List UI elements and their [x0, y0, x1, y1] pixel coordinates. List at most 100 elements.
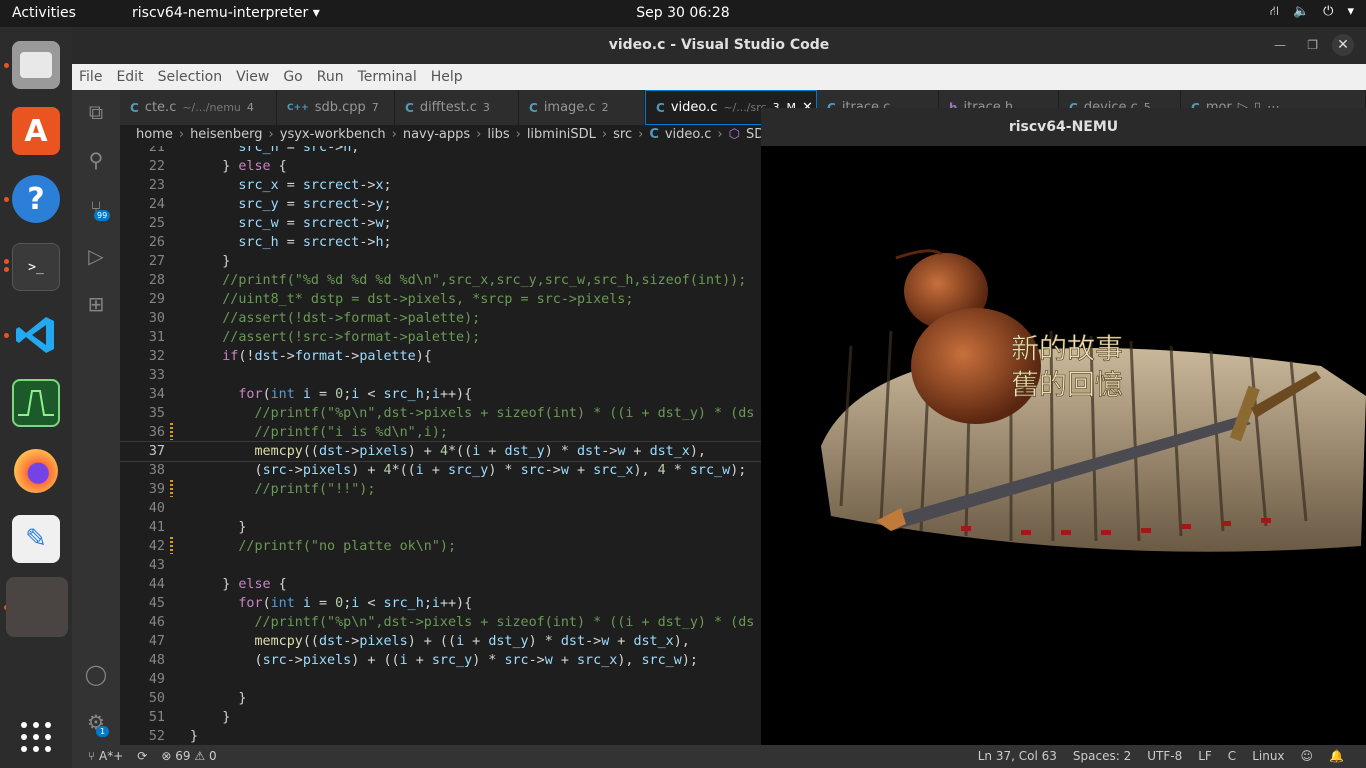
software-icon[interactable]: A — [12, 107, 60, 155]
line-number[interactable]: 31 — [120, 328, 165, 347]
line-number[interactable]: 51 — [120, 708, 165, 727]
code-text[interactable]: src_y = srcrect->y; — [190, 195, 391, 214]
modified-line-marker[interactable] — [170, 423, 173, 440]
modified-line-marker[interactable] — [170, 480, 173, 497]
line-number[interactable]: 37 — [120, 442, 165, 461]
breadcrumb-item[interactable]: ysyx-workbench — [280, 125, 386, 146]
line-number[interactable]: 33 — [120, 366, 165, 385]
code-line[interactable]: 46 //printf("%p\n",dst->pixels + sizeof(… — [120, 613, 761, 632]
code-text[interactable]: } — [190, 518, 246, 537]
breadcrumb-item[interactable]: libminiSDL — [527, 125, 596, 146]
tab-cte-c[interactable]: Ccte.c ~/.../nemu 4 — [120, 90, 277, 125]
code-text[interactable]: } — [190, 252, 230, 271]
menu-terminal[interactable]: Terminal — [351, 64, 424, 90]
line-number[interactable]: 41 — [120, 518, 165, 537]
code-line[interactable]: 29 //uint8_t* dstp = dst->pixels, *srcp … — [120, 290, 761, 309]
line-number[interactable]: 35 — [120, 404, 165, 423]
close-icon[interactable]: ✕ — [1332, 34, 1354, 56]
game-canvas[interactable]: 新的故事 舊的回憶 — [761, 146, 1366, 745]
code-line[interactable]: 51 } — [120, 708, 761, 727]
nemu-window-icon[interactable] — [6, 577, 68, 637]
breadcrumb-item[interactable]: home — [136, 125, 173, 146]
code-line[interactable]: 34 for(int i = 0;i < src_h;i++){ — [120, 385, 761, 404]
menu-edit[interactable]: Edit — [109, 64, 150, 90]
code-line[interactable]: 45 for(int i = 0;i < src_h;i++){ — [120, 594, 761, 613]
line-number[interactable]: 39 — [120, 480, 165, 499]
tab-sdb-cpp[interactable]: C++ sdb.cpp 7 — [277, 90, 395, 125]
encoding[interactable]: UTF-8 — [1147, 749, 1182, 763]
nemu-title-bar[interactable]: riscv64-NEMU — [761, 108, 1366, 146]
line-number[interactable]: 28 — [120, 271, 165, 290]
code-line[interactable]: 38 (src->pixels) + 4*((i + src_y) * src-… — [120, 461, 761, 480]
modified-line-marker[interactable] — [170, 537, 173, 554]
code-text[interactable]: } — [190, 708, 230, 727]
text-editor-icon[interactable]: ✎ — [12, 515, 60, 563]
line-number[interactable]: 38 — [120, 461, 165, 480]
code-text[interactable]: //printf("%p\n",dst->pixels + sizeof(int… — [190, 404, 755, 423]
sync-icon[interactable]: ⟳ — [137, 749, 147, 763]
code-line[interactable]: 48 (src->pixels) + ((i + src_y) * src->w… — [120, 651, 761, 670]
breadcrumb-item[interactable]: src — [613, 125, 632, 146]
code-text[interactable]: } else { — [190, 575, 287, 594]
code-line[interactable]: 22 } else { — [120, 157, 761, 176]
line-number[interactable]: 34 — [120, 385, 165, 404]
code-line[interactable]: 31 //assert(!src->format->palette); — [120, 328, 761, 347]
minimize-icon[interactable]: — — [1274, 27, 1286, 64]
breadcrumb-item[interactable]: libs — [487, 125, 509, 146]
code-line[interactable]: 40 — [120, 499, 761, 518]
line-number[interactable]: 30 — [120, 309, 165, 328]
code-text[interactable]: //printf("!!"); — [190, 480, 376, 499]
code-text[interactable]: (src->pixels) + ((i + src_y) * src->w + … — [190, 651, 697, 670]
problems-status[interactable]: ⊗ 69 ⚠ 0 — [161, 749, 216, 763]
code-line[interactable]: 47 memcpy((dst->pixels) + ((i + dst_y) *… — [120, 632, 761, 651]
nemu-window[interactable]: riscv64-NEMU 新的故事 舊的回憶 — [761, 108, 1366, 745]
code-text[interactable]: src_h = src->h; — [190, 146, 359, 157]
run-debug-icon[interactable]: ▷ — [84, 244, 108, 268]
line-number[interactable]: 43 — [120, 556, 165, 575]
code-text[interactable]: } — [190, 727, 198, 745]
code-line[interactable]: 52} — [120, 727, 761, 745]
line-number[interactable]: 49 — [120, 670, 165, 689]
line-number[interactable]: 45 — [120, 594, 165, 613]
code-line[interactable]: 43 — [120, 556, 761, 575]
code-line[interactable]: 30 //assert(!dst->format->palette); — [120, 309, 761, 328]
menu-selection[interactable]: Selection — [151, 64, 230, 90]
volume-icon[interactable]: 🔈 — [1293, 4, 1309, 21]
code-text[interactable]: src_x = srcrect->x; — [190, 176, 391, 195]
code-editor[interactable]: 21 src_h = src->h; 22 } else {23 src_x = … — [120, 146, 761, 745]
end-of-line[interactable]: LF — [1198, 749, 1212, 763]
line-number[interactable]: 47 — [120, 632, 165, 651]
code-line[interactable]: 49 — [120, 670, 761, 689]
code-line[interactable]: 39 //printf("!!"); — [120, 480, 761, 499]
code-text[interactable]: if(!dst->format->palette){ — [190, 347, 432, 366]
code-text[interactable]: src_w = srcrect->w; — [190, 214, 391, 233]
line-number[interactable]: 21 — [120, 146, 165, 157]
feedback-icon[interactable]: ☺ — [1301, 749, 1314, 763]
help-icon[interactable]: ? — [12, 175, 60, 223]
menu-file[interactable]: File — [72, 64, 109, 90]
indentation[interactable]: Spaces: 2 — [1073, 749, 1131, 763]
breadcrumb-item[interactable]: heisenberg — [190, 125, 262, 146]
search-icon[interactable]: ⚲ — [84, 148, 108, 172]
code-line[interactable]: 32 if(!dst->format->palette){ — [120, 347, 761, 366]
code-text[interactable]: //printf("%d %d %d %d %d\n",src_x,src_y,… — [190, 271, 746, 290]
code-line[interactable]: 33 — [120, 366, 761, 385]
branch-status[interactable]: ⑂ A*+ — [88, 749, 123, 763]
extensions-icon[interactable]: ⊞ — [84, 292, 108, 316]
tab-image-c[interactable]: Cimage.c 2 — [519, 90, 645, 125]
line-number[interactable]: 32 — [120, 347, 165, 366]
breadcrumb-item[interactable]: SDL_BlitSu — [746, 125, 761, 146]
code-text[interactable]: memcpy((dst->pixels) + ((i + dst_y) * ds… — [190, 632, 690, 651]
code-text[interactable]: //uint8_t* dstp = dst->pixels, *srcp = s… — [190, 290, 633, 309]
code-line[interactable]: 23 src_x = srcrect->x; — [120, 176, 761, 195]
code-line[interactable]: 35 //printf("%p\n",dst->pixels + sizeof(… — [120, 404, 761, 423]
code-text[interactable]: for(int i = 0;i < src_h;i++){ — [190, 385, 472, 404]
code-line[interactable]: 36 //printf("i is %d\n",i); — [120, 423, 761, 442]
code-text[interactable]: //printf("no platte ok\n"); — [190, 537, 456, 556]
language-mode[interactable]: C — [1228, 749, 1236, 763]
notifications-icon[interactable]: 🔔 — [1329, 749, 1344, 763]
code-line[interactable]: 21 src_h = src->h; — [120, 146, 761, 157]
code-text[interactable]: (src->pixels) + 4*((i + src_y) * src->w … — [190, 461, 746, 480]
files-icon[interactable] — [12, 41, 60, 89]
line-number[interactable]: 46 — [120, 613, 165, 632]
